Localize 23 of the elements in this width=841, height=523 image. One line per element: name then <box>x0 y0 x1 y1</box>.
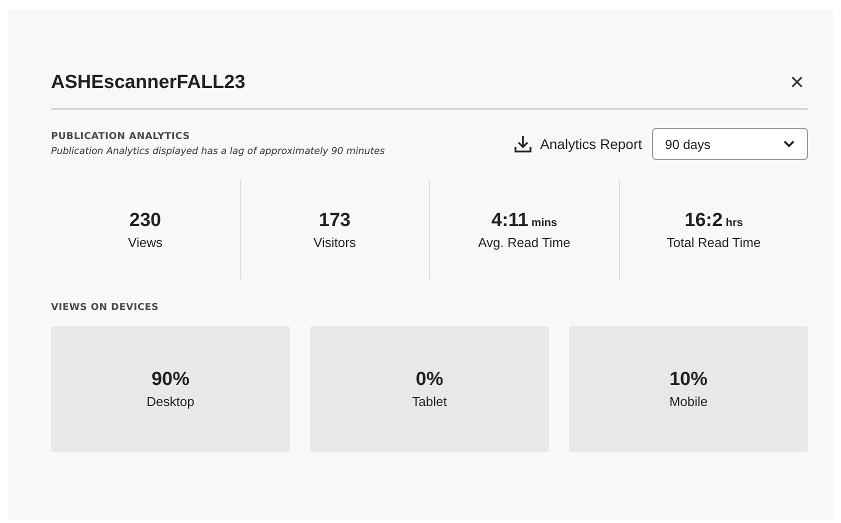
stat-value: 173 <box>318 210 351 232</box>
stat-value: 16:2 hrs <box>684 210 743 232</box>
stat-label: Views <box>128 234 162 250</box>
download-icon <box>514 135 532 153</box>
dialog-title: ASHEscannerFALL23 <box>51 72 246 94</box>
stat-label: Visitors <box>314 234 356 250</box>
device-label: Mobile <box>669 394 708 409</box>
device-label: Tablet <box>412 394 447 409</box>
stat-value: 4:11 mins <box>491 210 558 232</box>
stat-label: Total Read Time <box>666 234 761 250</box>
stat-label: Avg. Read Time <box>478 234 570 250</box>
device-percentage: 90% <box>151 369 190 391</box>
period-dropdown[interactable]: 90 days <box>652 128 808 160</box>
lag-note: Publication Analytics displayed has a lag of approximately 90 minutes <box>51 146 386 157</box>
stat-value: 230 <box>129 210 162 232</box>
chevron-down-icon <box>783 140 795 148</box>
section-heading: VIEWS ON DEVICES <box>51 302 160 313</box>
device-label: Desktop <box>146 394 194 409</box>
close-button[interactable]: × <box>786 69 808 97</box>
section-heading: PUBLICATION ANALYTICS <box>51 131 191 142</box>
device-percentage: 0% <box>416 369 444 391</box>
device-percentage: 10% <box>669 369 708 391</box>
analytics-report-button[interactable]: Analytics Report <box>514 135 642 153</box>
